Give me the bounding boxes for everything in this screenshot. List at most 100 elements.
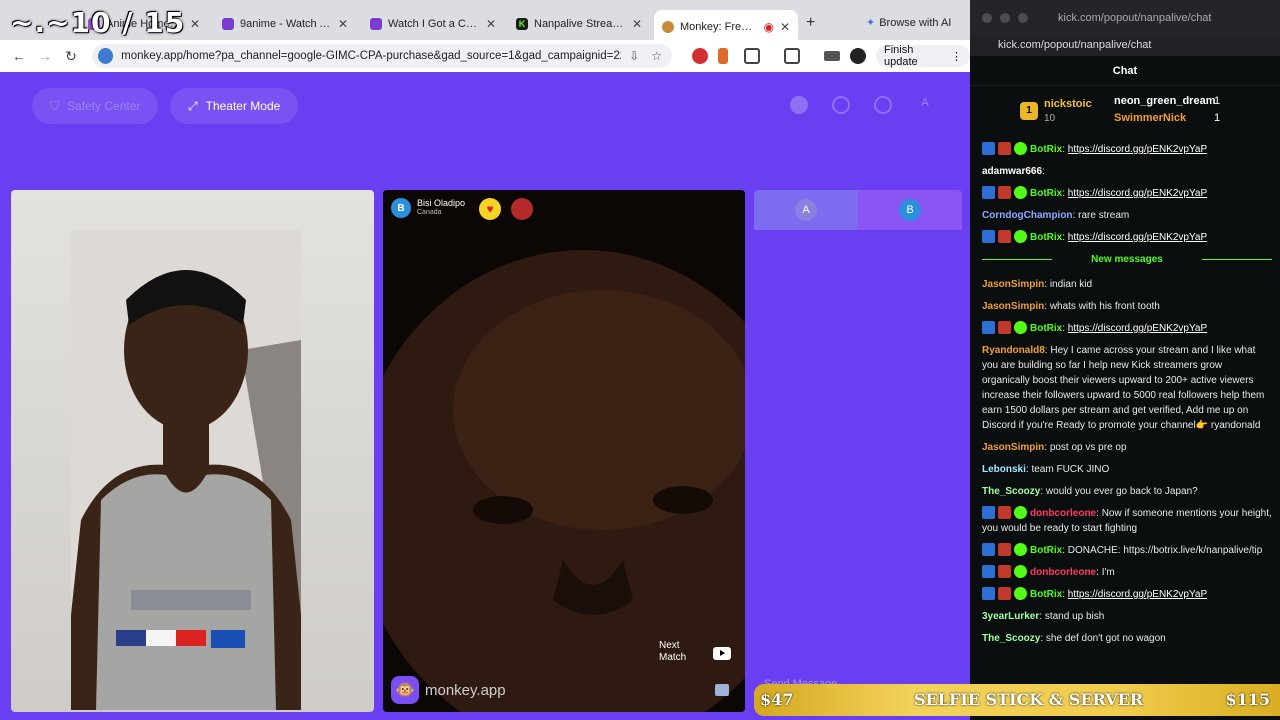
messages-icon[interactable]: [874, 96, 892, 114]
back-icon[interactable]: ←: [6, 48, 32, 64]
tab-nanpalive[interactable]: K Nanpalive Stream - Wa ✕: [508, 10, 650, 38]
browse-with-ai-button[interactable]: ✦ Browse with AI: [866, 16, 951, 30]
chat-username[interactable]: BotRix: [1030, 188, 1062, 199]
tab-b[interactable]: B: [858, 190, 962, 230]
profile-avatar-icon[interactable]: [850, 48, 866, 64]
chat-username[interactable]: Lebonski: [982, 464, 1026, 475]
chat-text: stand up bish: [1044, 611, 1105, 622]
extension-icon[interactable]: [718, 48, 728, 64]
badge-icon: [998, 506, 1011, 519]
close-icon[interactable]: ✕: [486, 17, 496, 31]
tab-monkey[interactable]: Monkey: Free Live ◉ ✕: [654, 10, 798, 44]
more-vert-icon[interactable]: ⋮: [951, 50, 962, 63]
address-bar[interactable]: monkey.app/home?pa_channel=google-GIMC-C…: [92, 44, 672, 68]
kick-logo-icon: K: [516, 18, 528, 30]
badge-icon: [998, 587, 1011, 600]
bookmark-star-icon[interactable]: ☆: [651, 49, 662, 63]
tab-label: Watch I Got a Cheat Sk: [388, 18, 480, 30]
chat-link[interactable]: https://discord.gg/pENK2vpYaP: [1068, 323, 1207, 334]
chat-text: rare stream: [1078, 210, 1130, 221]
chat-username[interactable]: BotRix: [1030, 232, 1062, 243]
chat-username[interactable]: adamwar666: [982, 166, 1042, 177]
chat-text: indian kid: [1049, 279, 1093, 290]
brand-name: monkey.app: [425, 681, 506, 699]
chat-username[interactable]: BotRix: [1030, 545, 1062, 556]
shield-icon: ⛉: [50, 98, 60, 113]
forward-icon[interactable]: →: [32, 48, 58, 64]
chat-username[interactable]: BotRix: [1030, 323, 1062, 334]
reaction-icon[interactable]: [511, 198, 533, 220]
window-close-icon[interactable]: [982, 13, 992, 23]
chat-username[interactable]: JasonSimpin: [982, 301, 1044, 312]
chat-username[interactable]: The_Scoozy: [982, 633, 1040, 644]
account-icon[interactable]: A: [916, 96, 934, 114]
chat-username[interactable]: donbcorleone: [1030, 567, 1096, 578]
chat-link[interactable]: https://discord.gg/pENK2vpYaP: [1068, 188, 1207, 199]
reload-icon[interactable]: ↻: [58, 48, 84, 65]
remote-user-info[interactable]: B Bisi Oladipo Canada: [391, 198, 465, 218]
chat-message: Ryandonald8: Hey I came across your stre…: [982, 343, 1272, 433]
cast-icon[interactable]: [784, 48, 800, 64]
history-icon[interactable]: [832, 96, 850, 114]
shop-icon[interactable]: [790, 96, 808, 114]
chat-username[interactable]: donbcorleone: [1030, 508, 1096, 519]
chat-message: BotRix: https://discord.gg/pENK2vpYaP: [982, 587, 1272, 602]
chat-text: I'm: [1101, 567, 1115, 578]
chat-link[interactable]: https://discord.gg/pENK2vpYaP: [1068, 589, 1207, 600]
chat-message: The_Scoozy: she def don't got no wagon: [982, 631, 1272, 646]
window-minimize-icon[interactable]: [1000, 13, 1010, 23]
chat-text: would you ever go back to Japan?: [1045, 486, 1198, 497]
chat-username[interactable]: Ryandonald8: [982, 345, 1045, 356]
chat-header: Chat: [970, 56, 1280, 86]
verified-icon: [1014, 506, 1027, 519]
site-info-icon[interactable]: [98, 48, 114, 64]
window-zoom-icon[interactable]: [1018, 13, 1028, 23]
close-icon[interactable]: ✕: [338, 17, 348, 31]
kick-url[interactable]: kick.com/popout/nanpalive/chat: [970, 36, 1280, 56]
skip-icon[interactable]: [715, 684, 729, 696]
chat-username[interactable]: BotRix: [1030, 589, 1062, 600]
media-icon[interactable]: [824, 51, 840, 61]
chat-username[interactable]: CorndogChampion: [982, 210, 1073, 221]
chat-link[interactable]: https://discord.gg/pENK2vpYaP: [1068, 232, 1207, 243]
chat-username[interactable]: JasonSimpin: [982, 279, 1044, 290]
tab-favicon-icon: [222, 18, 234, 30]
tab-a[interactable]: A: [754, 190, 858, 230]
chat-message: JasonSimpin: post op vs pre op: [982, 440, 1272, 455]
leader-third-name[interactable]: SwimmerNick: [1114, 112, 1186, 124]
tab-cheat-skill[interactable]: Watch I Got a Cheat Sk ✕: [362, 10, 504, 38]
safety-center-button[interactable]: ⛉ Safety Center: [32, 88, 159, 124]
extension-icon[interactable]: [692, 48, 708, 64]
next-match-play-icon[interactable]: [713, 647, 731, 660]
chat-username[interactable]: The_Scoozy: [982, 486, 1040, 497]
chat-username[interactable]: JasonSimpin: [982, 442, 1044, 453]
theater-mode-button[interactable]: ⤢ Theater Mode: [170, 88, 299, 124]
new-tab-button[interactable]: +: [806, 14, 815, 32]
chat-text: team FUCK JINO: [1031, 464, 1110, 475]
leader-first-name[interactable]: nickstoic: [1044, 98, 1092, 110]
badge-icon: [982, 142, 995, 155]
next-match-label[interactable]: Next Match: [659, 640, 699, 664]
heart-icon[interactable]: ♥: [479, 198, 501, 220]
ticker-amount-right: $115: [1225, 690, 1270, 709]
tab-label: Monkey: Free Live: [680, 21, 757, 33]
finish-update-button[interactable]: Finish update ⋮: [876, 44, 970, 68]
leader-second-name[interactable]: neon_green_dream: [1114, 95, 1215, 107]
url-text[interactable]: monkey.app/home?pa_channel=google-GIMC-C…: [121, 50, 621, 62]
tab-9anime[interactable]: 9anime - Watch Anime ✕: [214, 10, 356, 38]
close-icon[interactable]: ✕: [780, 20, 790, 34]
chat-username[interactable]: 3yearLurker: [982, 611, 1039, 622]
chat-message: BotRix: DONACHE: https://botrix.live/k/n…: [982, 543, 1272, 558]
leader-second-count: 1: [1214, 95, 1221, 107]
chat-link[interactable]: https://discord.gg/pENK2vpYaP: [1068, 144, 1207, 155]
badge-icon: [998, 543, 1011, 556]
close-icon[interactable]: ✕: [632, 17, 642, 31]
remote-user-name: Bisi Oladipo Canada: [417, 198, 465, 217]
extensions-puzzle-icon[interactable]: [744, 48, 760, 64]
badge-icon: [982, 587, 995, 600]
chat-username[interactable]: BotRix: [1030, 144, 1062, 155]
install-icon[interactable]: ⇩: [629, 49, 639, 63]
leader-first-count: 10: [1044, 113, 1056, 124]
sparkle-icon: ✦: [866, 17, 876, 29]
close-icon[interactable]: ✕: [190, 17, 200, 31]
